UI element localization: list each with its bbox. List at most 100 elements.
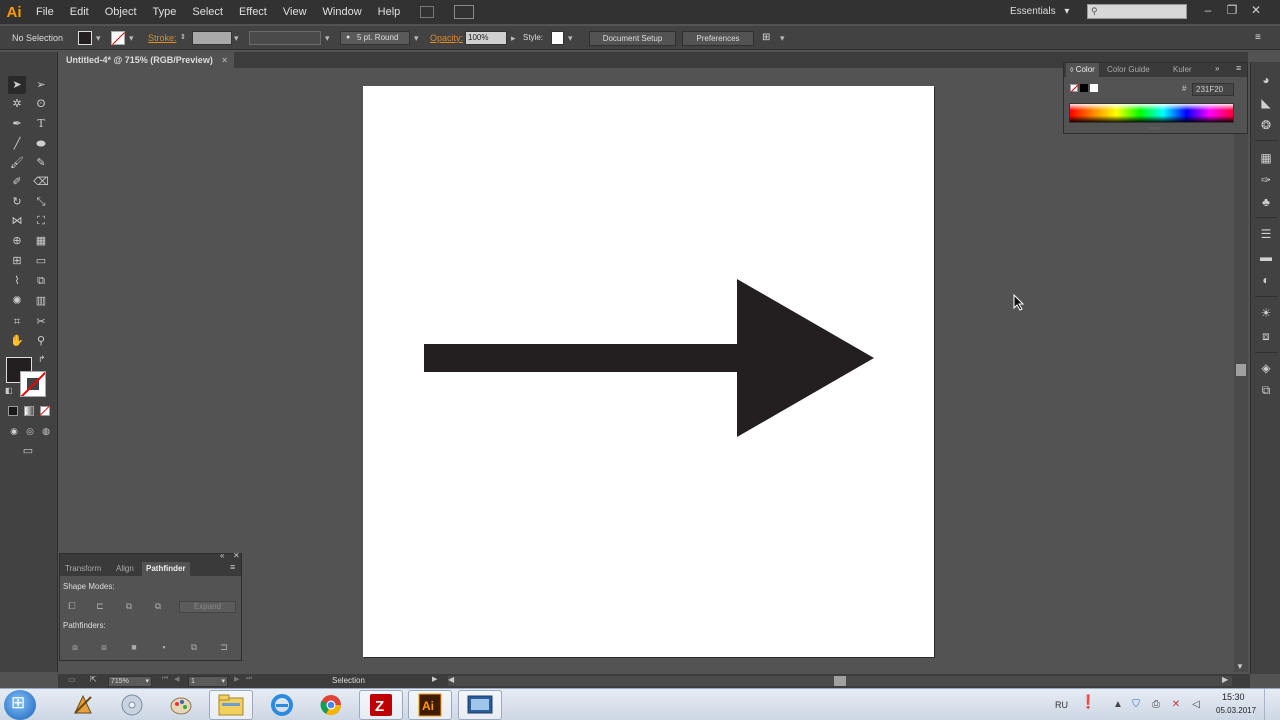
menu-object[interactable]: Object: [97, 0, 145, 24]
stroke-color-box[interactable]: [20, 371, 46, 397]
paintbrush-icon[interactable]: 🖌: [8, 154, 26, 172]
scale-icon[interactable]: ⤡: [32, 193, 50, 211]
shape-builder-icon[interactable]: ⊕: [8, 232, 26, 250]
kuler-icon[interactable]: ❂: [1258, 117, 1274, 133]
ellipse-tool-icon[interactable]: ⬬: [32, 135, 50, 153]
selection-tool-icon[interactable]: ➤: [8, 76, 26, 94]
minimize-button[interactable]: –: [1196, 0, 1220, 20]
next-artboard-icon[interactable]: ▶: [234, 675, 239, 683]
resize-grip-icon[interactable]: ⋯⋯: [1148, 125, 1160, 132]
gradient-icon[interactable]: ▭: [32, 252, 50, 270]
close-window-button[interactable]: ✕: [1244, 0, 1268, 20]
transparency-panel-icon[interactable]: ◐: [1258, 272, 1274, 288]
network-icon[interactable]: ✕: [1170, 699, 1182, 711]
trim-icon[interactable]: ⧈: [98, 642, 110, 652]
brush-definition-field[interactable]: ● 5 pt. Round: [340, 31, 410, 45]
free-transform-icon[interactable]: ⛶: [32, 212, 50, 230]
merge-icon[interactable]: ■: [128, 642, 140, 652]
layers-icon[interactable]: ◈: [1258, 360, 1274, 376]
chevron-right-icon[interactable]: ▸: [511, 30, 516, 46]
eraser-icon[interactable]: ⌫: [32, 173, 50, 191]
previous-artboard-icon[interactable]: ◀: [174, 675, 179, 683]
tab-color[interactable]: ◊ Color: [1066, 63, 1099, 77]
draw-inside-icon[interactable]: ◍: [37, 422, 55, 440]
outline-icon[interactable]: ⧉: [188, 642, 200, 652]
clock-date[interactable]: 05.03.2017: [1216, 706, 1256, 715]
preferences-button[interactable]: Preferences: [682, 31, 754, 46]
line-tool-icon[interactable]: ╱: [8, 135, 26, 153]
zoom-field[interactable]: 715% ▾: [108, 676, 152, 687]
type-tool-icon[interactable]: T: [32, 115, 50, 133]
chevron-down-icon[interactable]: ▾: [780, 30, 785, 46]
none-mode-icon[interactable]: [39, 405, 50, 417]
taskbar-app-explorer[interactable]: [209, 690, 253, 720]
panel-menu-icon[interactable]: ≡: [1255, 30, 1261, 46]
minus-front-icon[interactable]: ⊏: [94, 601, 106, 611]
symbol-sprayer-icon[interactable]: ✺: [8, 292, 26, 310]
taskbar-app-chrome[interactable]: [309, 690, 353, 720]
width-icon[interactable]: ⋈: [8, 212, 26, 230]
artboard-nav-icon[interactable]: ▭: [68, 675, 76, 684]
scroll-down-icon[interactable]: ▼: [1236, 662, 1244, 671]
divide-icon[interactable]: ⧈: [69, 642, 81, 652]
chevron-down-icon[interactable]: ▾: [221, 677, 225, 686]
panel-header[interactable]: « ✕: [60, 551, 241, 562]
intersect-icon[interactable]: ⧉: [123, 601, 135, 611]
chevron-down-icon[interactable]: ▾: [325, 30, 330, 46]
search-input[interactable]: ⚲: [1087, 4, 1187, 19]
stroke-panel-icon[interactable]: ☰: [1258, 226, 1274, 242]
stroke-swatch[interactable]: [111, 31, 125, 45]
collapse-panel-icon[interactable]: «: [220, 551, 224, 560]
direct-selection-tool-icon[interactable]: ➢: [32, 76, 50, 94]
mesh-icon[interactable]: ⊞: [8, 252, 26, 270]
artboards-panel-icon[interactable]: ⧉: [1258, 382, 1274, 398]
artboard-tool-icon[interactable]: ⌗: [8, 313, 26, 331]
workspace-switcher[interactable]: Essentials ▾: [1010, 0, 1069, 24]
menu-type[interactable]: Type: [145, 0, 185, 24]
panel-menu-icon[interactable]: ≡: [1236, 63, 1241, 73]
eyedropper-icon[interactable]: ⌇: [8, 272, 26, 290]
color-panel-icon[interactable]: ◕: [1258, 72, 1274, 88]
expand-button[interactable]: Expand: [179, 601, 236, 613]
taskbar-app-dvd[interactable]: [110, 690, 154, 720]
scrollbar-thumb[interactable]: [834, 676, 846, 686]
chevron-down-icon[interactable]: ▾: [96, 30, 101, 46]
slice-icon[interactable]: ✂: [32, 313, 50, 331]
first-artboard-icon[interactable]: ⏮: [162, 675, 168, 683]
gradient-panel-icon[interactable]: ▬: [1258, 249, 1274, 265]
variable-width-field[interactable]: [249, 31, 321, 45]
chevron-down-icon[interactable]: ▾: [145, 677, 149, 686]
tab-transform[interactable]: Transform: [61, 562, 105, 576]
column-graph-icon[interactable]: ▥: [32, 292, 50, 310]
document-tab[interactable]: Untitled-4* @ 715% (RGB/Preview) ×: [58, 52, 234, 68]
panel-menu-icon[interactable]: ≡: [230, 562, 235, 572]
arrange-documents-icon[interactable]: [454, 5, 475, 19]
zoom-icon[interactable]: ⚲: [32, 332, 50, 350]
crop-icon[interactable]: ▪: [158, 642, 170, 652]
exclude-icon[interactable]: ⧉: [152, 601, 164, 611]
brushes-icon[interactable]: ✑: [1258, 172, 1274, 188]
stroke-weight-field[interactable]: [192, 31, 232, 45]
graphic-styles-icon[interactable]: ⧈: [1258, 328, 1274, 344]
status-text[interactable]: Selection: [332, 674, 365, 688]
taskbar-app-internet-explorer[interactable]: [260, 690, 304, 720]
opacity-label[interactable]: Opacity:: [430, 30, 463, 46]
swatches-icon[interactable]: ▦: [1258, 150, 1274, 166]
tab-kuler[interactable]: Kuler: [1169, 63, 1196, 77]
symbols-icon[interactable]: ♣: [1258, 194, 1274, 210]
chevron-up-icon[interactable]: ▲: [1112, 699, 1124, 711]
hand-icon[interactable]: ✋: [8, 332, 26, 350]
screen-mode-icon[interactable]: ▭: [19, 442, 37, 460]
menu-help[interactable]: Help: [370, 0, 409, 24]
none-swatch[interactable]: [1070, 84, 1079, 93]
taskbar-app-screen-capture[interactable]: [458, 690, 502, 720]
chevron-down-icon[interactable]: ▾: [414, 30, 419, 46]
tab-color-guide[interactable]: Color Guide: [1103, 63, 1154, 77]
hex-color-field[interactable]: 231F20: [1192, 83, 1234, 96]
last-artboard-icon[interactable]: ⏭: [246, 675, 252, 683]
maximize-button[interactable]: ❐: [1220, 0, 1244, 20]
scroll-left-icon[interactable]: ◀: [448, 675, 454, 684]
blend-icon[interactable]: ⧉: [32, 272, 50, 290]
black-swatch[interactable]: [1080, 84, 1088, 92]
taskbar-app-paint[interactable]: [159, 690, 203, 720]
